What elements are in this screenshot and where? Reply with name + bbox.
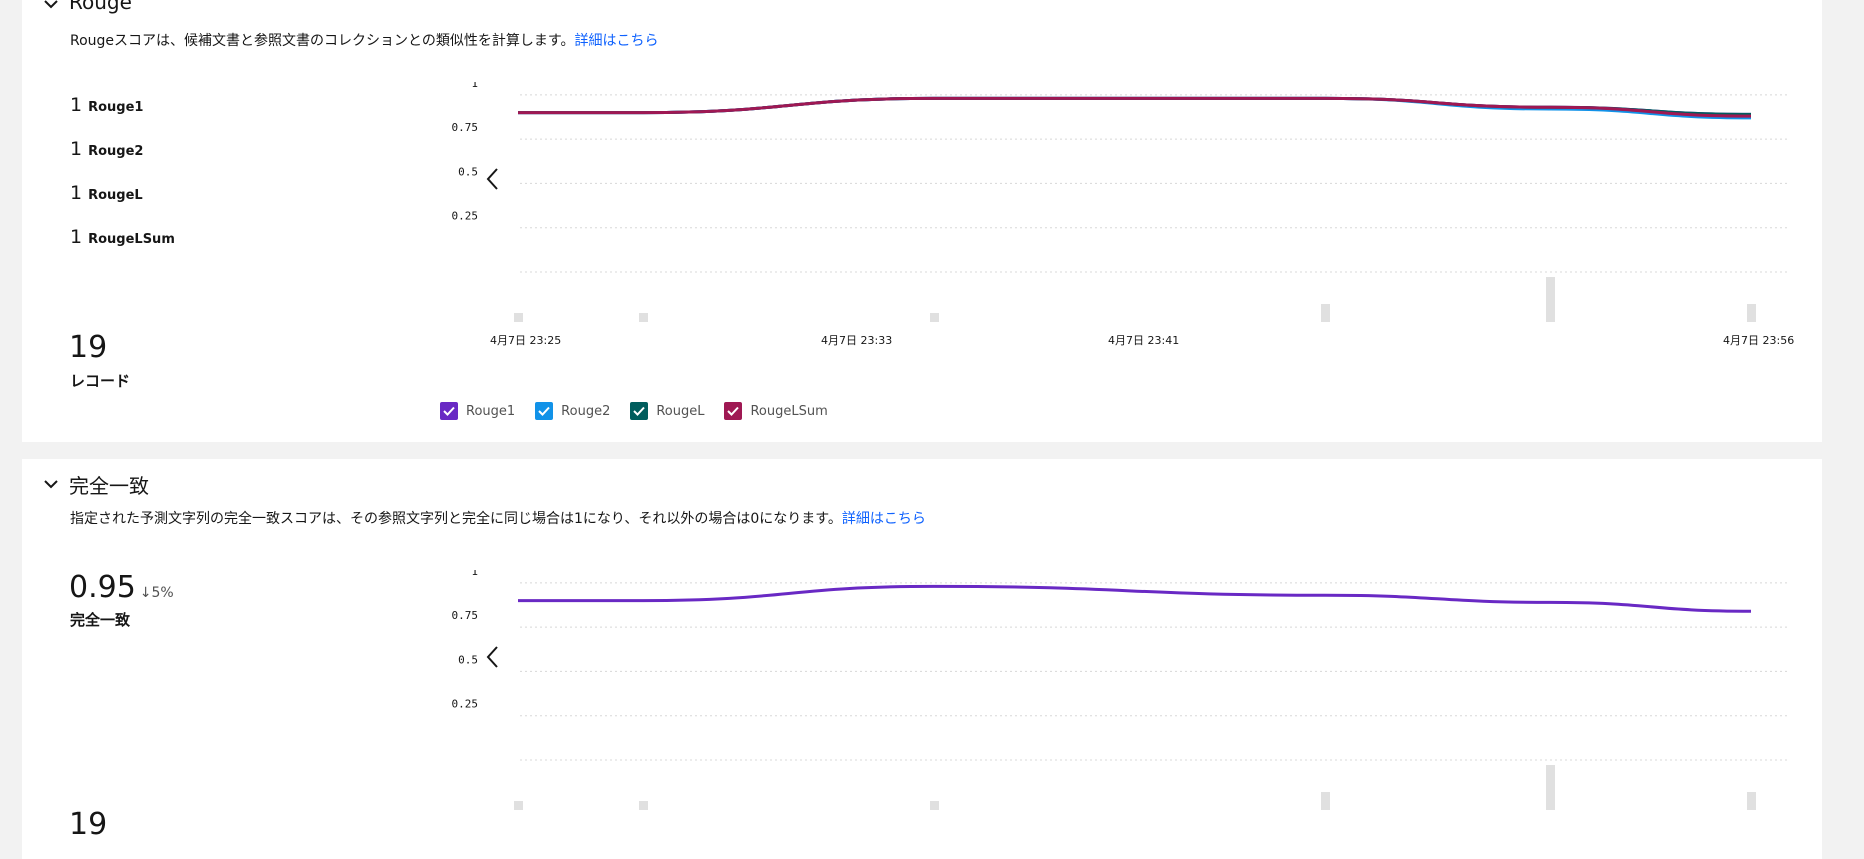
section-description: 指定された予測文字列の完全一致スコアは、その参照文字列と完全に同じ場合は1になり…	[70, 508, 926, 528]
records-label: レコード	[70, 372, 131, 390]
record-bar	[1747, 304, 1756, 322]
section-title: 完全一致	[69, 474, 149, 498]
metric-label: RougeLSum	[88, 232, 175, 247]
rouge-section: Rouge Rougeスコアは、候補文書と参照文書のコレクションとの類似性を計算…	[22, 0, 1822, 442]
x-tick-label: 4月7日 23:41	[1108, 334, 1179, 347]
legend-label: Rouge2	[561, 403, 611, 419]
chart-svg: 1 0.75 0.5 0.25 4月7日 23:25 4月7日 23:33 4月7日 23:…	[452, 82, 1795, 347]
series-line	[518, 584, 1752, 613]
exact-match-chart: 1 0.75 0.5 0.25	[412, 570, 1812, 859]
metric-rouge1: 1 Rouge1	[70, 94, 143, 120]
y-tick-label: 0.75	[452, 609, 479, 622]
legend-item-rougelsum[interactable]: RougeLSum	[724, 402, 828, 420]
x-tick-label: 4月7日 23:25	[490, 334, 561, 347]
y-tick-label: 0.25	[452, 210, 479, 223]
legend-item-rouge1[interactable]: Rouge1	[440, 402, 515, 420]
x-tick-label: 4月7日 23:56	[1723, 334, 1794, 347]
metric-label: Rouge2	[88, 144, 144, 159]
score-delta: ↓5%	[139, 585, 174, 601]
chart-svg: 1 0.75 0.5 0.25	[452, 570, 1790, 810]
record-bar	[639, 801, 648, 810]
chart-prev-button[interactable]	[482, 643, 504, 671]
collapse-chevron-icon[interactable]	[39, 0, 63, 16]
y-tick-label: 1	[471, 82, 478, 90]
exact-match-section: 完全一致 指定された予測文字列の完全一致スコアは、その参照文字列と完全に同じ場合…	[22, 459, 1822, 859]
series-line	[518, 96, 1752, 118]
y-tick-label: 1	[471, 570, 478, 578]
y-tick-label: 0.25	[452, 698, 479, 711]
rouge-chart: 1 0.75 0.5 0.25 4月7日 23:25 4月7日 23:33 4月7日 23:…	[412, 82, 1812, 382]
description-text: 指定された予測文字列の完全一致スコアは、その参照文字列と完全に同じ場合は1になり…	[70, 511, 842, 527]
score-value: 0.95	[69, 570, 136, 605]
metric-rougel: 1 RougeL	[70, 182, 143, 208]
chart-legend: Rouge1 Rouge2 RougeL RougeLSum	[440, 400, 828, 422]
record-bar	[639, 313, 648, 322]
y-tick-label: 0.5	[458, 165, 478, 178]
collapse-chevron-icon[interactable]	[39, 472, 63, 496]
metric-value: 1	[70, 182, 83, 204]
legend-label: RougeL	[656, 403, 705, 419]
section-description: Rougeスコアは、候補文書と参照文書のコレクションとの類似性を計算します。詳細…	[70, 30, 659, 50]
metric-rougelsum: 1 RougeLSum	[70, 226, 175, 252]
record-bar	[930, 313, 939, 322]
x-tick-label: 4月7日 23:33	[821, 334, 892, 347]
record-bar	[514, 313, 523, 322]
checkbox-checked-icon[interactable]	[535, 402, 554, 420]
learn-more-link[interactable]: 詳細はこちら	[575, 33, 659, 49]
legend-item-rougel[interactable]: RougeL	[630, 402, 704, 420]
y-tick-label: 0.75	[452, 121, 479, 134]
checkbox-checked-icon[interactable]	[724, 402, 743, 420]
metric-label: RougeL	[88, 188, 143, 203]
record-bar	[1747, 792, 1756, 810]
record-bar	[1321, 304, 1330, 322]
learn-more-link[interactable]: 詳細はこちら	[842, 511, 926, 527]
chart-prev-button[interactable]	[482, 165, 504, 193]
checkbox-checked-icon[interactable]	[630, 402, 649, 420]
y-tick-label: 0.5	[458, 653, 478, 666]
metric-value: 1	[70, 138, 83, 160]
metric-rouge2: 1 Rouge2	[70, 138, 143, 164]
section-title: Rouge	[69, 0, 132, 14]
records-count: 19	[69, 807, 108, 842]
legend-item-rouge2[interactable]: Rouge2	[535, 402, 610, 420]
score-label: 完全一致	[70, 611, 131, 629]
metric-value: 1	[70, 94, 83, 116]
record-bar	[1321, 792, 1330, 810]
legend-label: Rouge1	[466, 403, 516, 419]
description-text: Rougeスコアは、候補文書と参照文書のコレクションとの類似性を計算します。	[70, 33, 575, 49]
record-bar	[930, 801, 939, 810]
legend-label: RougeLSum	[750, 403, 828, 419]
record-bar	[514, 801, 523, 810]
record-bar	[1546, 765, 1555, 810]
metric-label: Rouge1	[88, 100, 144, 115]
metric-value: 1	[70, 226, 83, 248]
record-bar	[1546, 277, 1555, 322]
checkbox-checked-icon[interactable]	[440, 402, 458, 420]
exact-match-score: 0.95 ↓5%	[69, 570, 174, 605]
records-count: 19	[69, 330, 108, 365]
